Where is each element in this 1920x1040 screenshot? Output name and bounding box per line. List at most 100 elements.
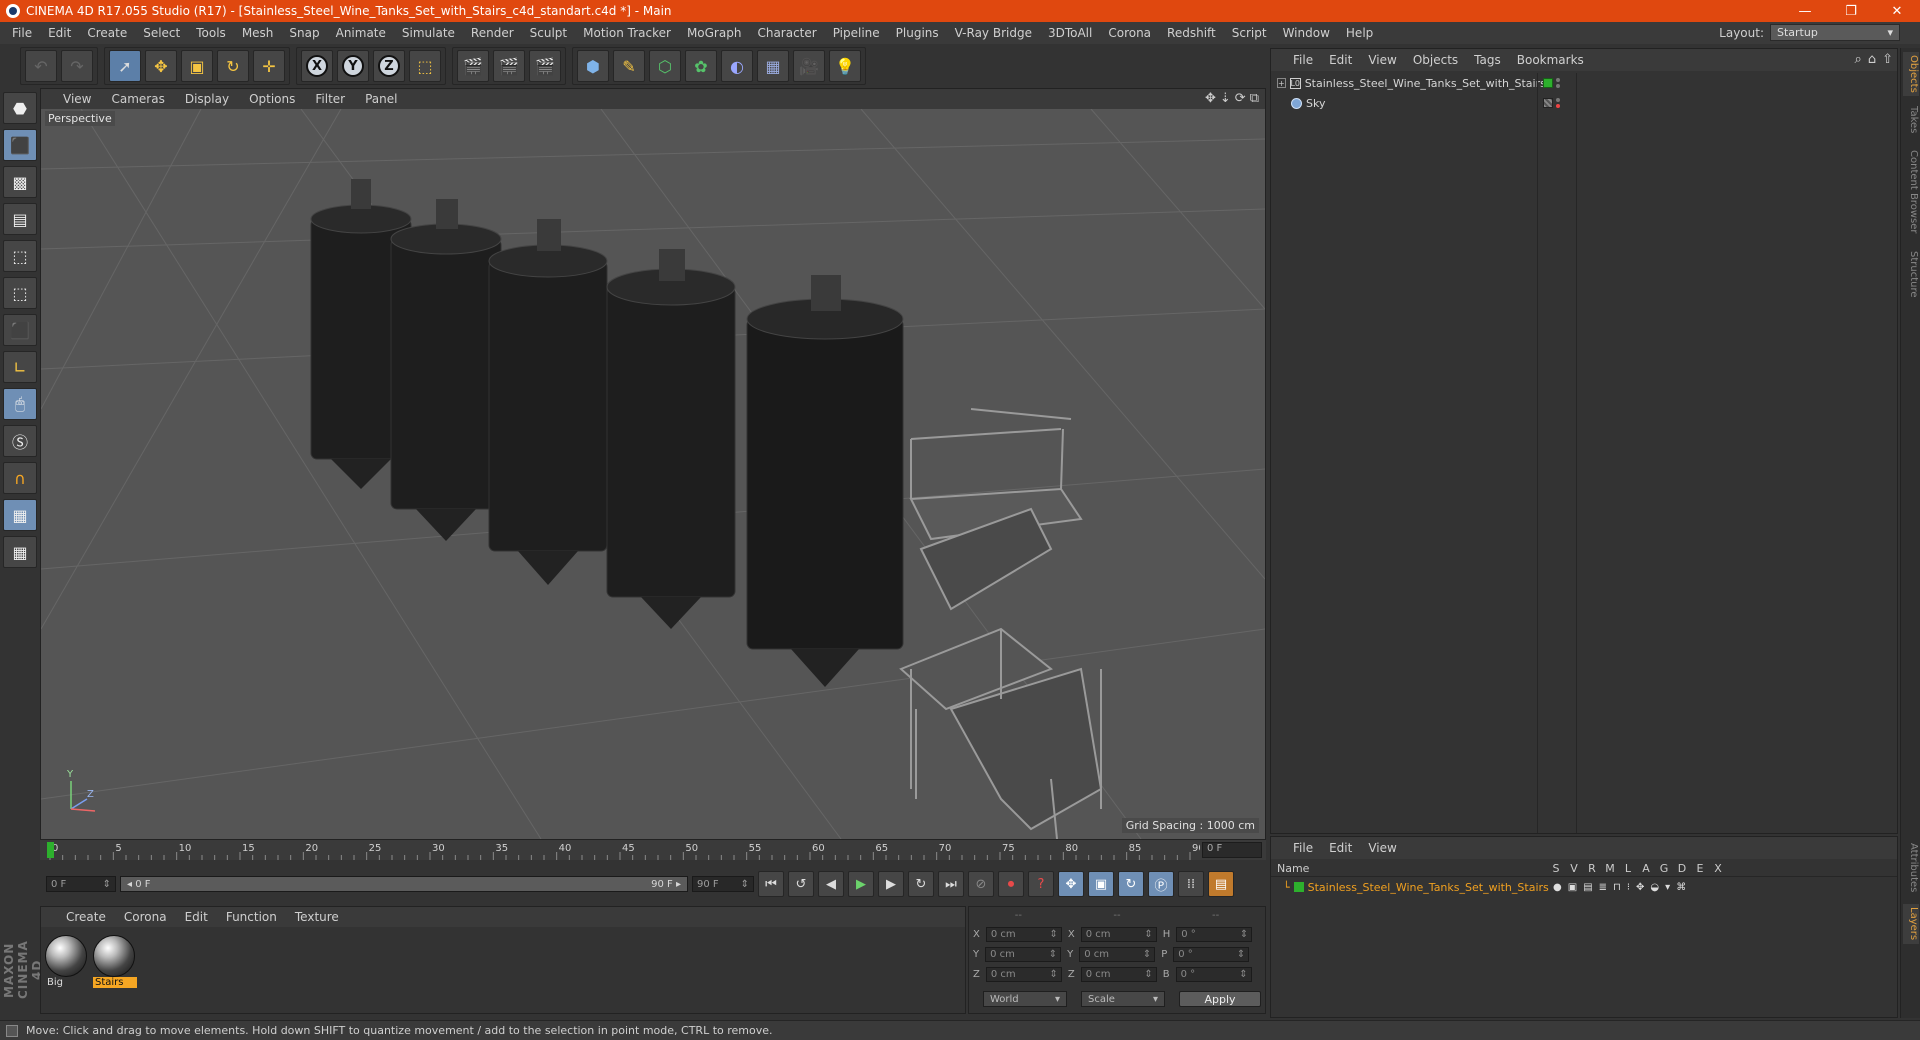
next-frame-icon[interactable]: ▶ [878, 871, 904, 897]
menu-3dtoall[interactable]: 3DToAll [1040, 26, 1100, 40]
material-menu-texture[interactable]: Texture [286, 910, 348, 924]
position-x-field[interactable]: 0 cm ⇕ [985, 927, 1062, 942]
render-icon[interactable]: ▤ [1583, 882, 1592, 893]
menu-animate[interactable]: Animate [328, 26, 394, 40]
dolly-icon[interactable]: ⇣ [1220, 91, 1231, 106]
rotation-h-field[interactable]: 0 ° ⇕ [1176, 927, 1253, 942]
workplane-mode-icon[interactable]: ▤ [3, 203, 37, 235]
object-menu-file[interactable]: File [1285, 53, 1321, 67]
record-position-icon[interactable]: ✥ [1058, 871, 1084, 897]
current-frame-field[interactable]: 0 F [1202, 842, 1262, 858]
up-arrow-icon[interactable]: ⇧ [1882, 52, 1893, 67]
render-settings-icon[interactable]: 🎬 [529, 50, 561, 82]
viewport-menu-panel[interactable]: Panel [355, 92, 407, 106]
maximize-view-icon[interactable]: ⧉ [1250, 91, 1259, 106]
end-frame-field[interactable]: 90 F ⇕ [692, 876, 754, 892]
workplane-lock-icon[interactable]: ▦ [3, 499, 37, 531]
size-x-field[interactable]: 0 cm ⇕ [1080, 927, 1157, 942]
menu-file[interactable]: File [4, 26, 40, 40]
menu-mograph[interactable]: MoGraph [679, 26, 750, 40]
orbit-icon[interactable]: ⟳ [1235, 91, 1246, 106]
manager-icon[interactable]: ≣ [1599, 882, 1607, 893]
layer-row[interactable]: └ Stainless_Steel_Wine_Tanks_Set_with_St… [1271, 879, 1897, 895]
material-menu-edit[interactable]: Edit [176, 910, 217, 924]
menu-mesh[interactable]: Mesh [234, 26, 282, 40]
layout-select[interactable]: Startup ▾ [1770, 24, 1900, 41]
object-row[interactable]: + L0 Stainless_Steel_Wine_Tanks_Set_with… [1271, 73, 1546, 93]
points-mode-icon[interactable]: ⬚ [3, 240, 37, 272]
object-menu-edit[interactable]: Edit [1321, 53, 1360, 67]
autokey-icon[interactable]: ⏺ [998, 871, 1024, 897]
menu-corona[interactable]: Corona [1100, 26, 1159, 40]
size-mode-dropdown[interactable]: Scale ▾ [1081, 991, 1165, 1007]
material-big[interactable]: Big [45, 935, 89, 991]
playhead-marker[interactable] [47, 842, 54, 858]
menu-render[interactable]: Render [463, 26, 522, 40]
object-menu-tags[interactable]: Tags [1466, 53, 1509, 67]
timeline-window-icon[interactable]: ▤ [1208, 871, 1234, 897]
timeline-ruler[interactable]: 051015202530354045505560657075808590 0 F [40, 840, 1266, 860]
viewport-menu-display[interactable]: Display [175, 92, 239, 106]
coordinate-mode-dropdown[interactable]: World ▾ [983, 991, 1067, 1007]
keyframe-selection-icon[interactable]: ? [1028, 871, 1054, 897]
layer-color-icon[interactable] [1293, 882, 1304, 892]
redo-icon[interactable]: ↷ [61, 50, 93, 82]
expressions-icon[interactable]: ▾ [1665, 882, 1670, 893]
record-keys-icon[interactable]: ⊘ [968, 871, 994, 897]
viewport-menu-view[interactable]: View [53, 92, 101, 106]
pen-spline-icon[interactable]: ✎ [613, 50, 645, 82]
position-z-field[interactable]: 0 cm ⇕ [985, 967, 1062, 982]
viewport-camera-label[interactable]: Perspective [45, 111, 115, 126]
menu-pipeline[interactable]: Pipeline [825, 26, 888, 40]
pan-icon[interactable]: ✥ [1205, 91, 1216, 106]
scale-tool-icon[interactable]: ▣ [181, 50, 213, 82]
material-stairs[interactable]: Stairs [93, 935, 137, 991]
menu-window[interactable]: Window [1275, 26, 1338, 40]
view-icon[interactable]: ▣ [1568, 882, 1577, 893]
locked-icon[interactable]: ⊓ [1613, 882, 1621, 893]
minimize-button[interactable]: — [1782, 0, 1828, 22]
play-forward-icon[interactable]: ▶ [848, 871, 874, 897]
tweak-mode-icon[interactable]: 🖱 [3, 388, 37, 420]
deformer-icon[interactable]: ◐ [721, 50, 753, 82]
axis-mode-icon[interactable]: ∟ [3, 351, 37, 383]
perspective-viewport[interactable]: Y Z Perspective Grid Spacing : 1000 cm [41, 109, 1265, 839]
layer-color-icon[interactable] [1543, 98, 1553, 108]
object-menu-bookmarks[interactable]: Bookmarks [1509, 53, 1592, 67]
material-menu-create[interactable]: Create [57, 910, 115, 924]
y-axis-lock-icon[interactable]: Y [337, 50, 369, 82]
menu-tools[interactable]: Tools [188, 26, 234, 40]
tab-attributes[interactable]: Attributes [1903, 838, 1919, 898]
previous-frame-icon[interactable]: ◀ [818, 871, 844, 897]
visibility-dots-icon[interactable] [1556, 98, 1560, 108]
object-row[interactable]: Sky [1271, 93, 1537, 113]
model-mode-icon[interactable]: ⬛ [3, 129, 37, 161]
menu-sculpt[interactable]: Sculpt [522, 26, 575, 40]
material-menu-function[interactable]: Function [217, 910, 286, 924]
cloner-icon[interactable]: ✿ [685, 50, 717, 82]
edges-mode-icon[interactable]: ⬚ [3, 277, 37, 309]
solo-icon[interactable]: ● [1553, 882, 1562, 893]
record-parameter-icon[interactable]: Ⓟ [1148, 871, 1174, 897]
polygons-mode-icon[interactable]: ⬛ [3, 314, 37, 346]
layer-menu-view[interactable]: View [1360, 841, 1404, 855]
tab-structure[interactable]: Structure [1903, 248, 1919, 300]
menu-create[interactable]: Create [79, 26, 135, 40]
record-rotation-icon[interactable]: ↻ [1118, 871, 1144, 897]
animation-icon[interactable]: ⁝ [1627, 882, 1630, 893]
rotation-b-field[interactable]: 0 ° ⇕ [1175, 967, 1252, 982]
start-frame-field[interactable]: 0 F ⇕ [46, 876, 116, 892]
generators-icon[interactable]: ✥ [1636, 882, 1644, 893]
layer-menu-file[interactable]: File [1285, 841, 1321, 855]
record-scale-icon[interactable]: ▣ [1088, 871, 1114, 897]
menu-motion-tracker[interactable]: Motion Tracker [575, 26, 679, 40]
menu-simulate[interactable]: Simulate [394, 26, 463, 40]
menu-character[interactable]: Character [749, 26, 824, 40]
menu-help[interactable]: Help [1338, 26, 1381, 40]
z-axis-lock-icon[interactable]: Z [373, 50, 405, 82]
live-selection-icon[interactable]: ➚ [109, 50, 141, 82]
restore-button[interactable]: ❐ [1828, 0, 1874, 22]
snap-icon[interactable]: Ⓢ [3, 425, 37, 457]
xref-icon[interactable]: ⌘ [1676, 882, 1686, 893]
viewport-menu-cameras[interactable]: Cameras [101, 92, 174, 106]
